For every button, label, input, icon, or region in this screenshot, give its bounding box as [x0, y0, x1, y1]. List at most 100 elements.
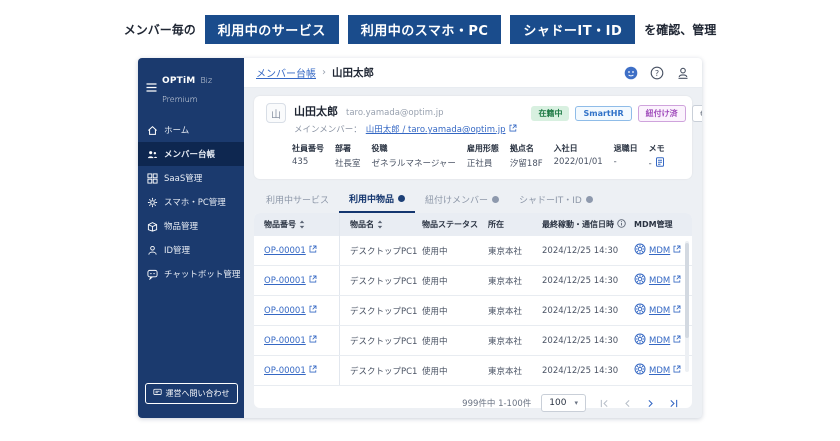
column-header-status[interactable]: 物品ステータス — [412, 213, 478, 236]
sidebar-item-label: チャットボット管理 — [164, 268, 240, 280]
logo-brand: OPTiM — [162, 76, 195, 86]
headline-prefix: メンバー毎の — [124, 21, 196, 38]
member-badges: 在籍中 SmartHR 紐付け済 ⚙ 管理 ▾ — [531, 105, 702, 122]
main-member-link[interactable]: 山田太郎 / taro.yamada@optim.jp — [366, 123, 506, 135]
pager-controls — [600, 399, 678, 408]
topbar-icons: ? — [624, 66, 690, 80]
tab-shadow-it-id[interactable]: シャドーIT・ID — [509, 187, 603, 213]
detail-tabs: 利用中サービス 利用中物品 紐付けメンバー シャドーIT・ID — [254, 187, 692, 213]
tab-items-in-use[interactable]: 利用中物品 — [339, 187, 415, 213]
sidebar-item-id-mgmt[interactable]: ID管理 — [138, 238, 244, 262]
headline-box-shadow-it: シャドーIT・ID — [510, 15, 635, 44]
grid-icon — [147, 173, 158, 184]
member-email: taro.yamada@optim.jp — [346, 108, 443, 118]
mdm-link[interactable]: MDM — [649, 276, 670, 286]
item-mdm-cell: MDM — [624, 296, 692, 325]
item-number-link[interactable]: OP-00001 — [264, 306, 306, 316]
headline-box-devices: 利用中のスマホ・PC — [348, 15, 502, 44]
external-link-icon — [673, 305, 681, 316]
home-icon — [147, 125, 158, 136]
sidebar-item-label: スマホ・PC管理 — [164, 196, 226, 208]
gear-icon: ⚙ — [700, 109, 702, 118]
item-number-link[interactable]: OP-00001 — [264, 246, 306, 256]
page: メンバー毎の 利用中のサービス 利用中のスマホ・PC シャドーIT・ID を確認… — [0, 0, 840, 441]
field-title: 役職 ゼネラルマネージャー — [372, 143, 456, 170]
mdm-gear-icon — [634, 333, 646, 348]
sidebar-item-saas[interactable]: SaaS管理 — [138, 166, 244, 190]
mdm-gear-icon — [634, 273, 646, 288]
manage-dropdown-badge[interactable]: ⚙ 管理 ▾ — [692, 105, 702, 122]
breadcrumb-parent-link[interactable]: メンバー台帳 — [256, 65, 316, 80]
sidebar: OPTiM Biz Premium ホーム メンバー台帳 — [138, 58, 244, 418]
hamburger-icon[interactable] — [146, 83, 157, 92]
support-mascot-icon[interactable] — [624, 66, 638, 80]
avatar: 山 — [266, 103, 286, 123]
items-table-panel: 物品番号 物品名 物品ステータス 所在 — [254, 213, 692, 408]
sidebar-item-chatbot[interactable]: チャットボット管理 — [138, 262, 244, 286]
sidebar-header: OPTiM Biz Premium — [138, 58, 244, 118]
headline: メンバー毎の 利用中のサービス 利用中のスマホ・PC シャドーIT・ID を確認… — [0, 15, 840, 44]
field-employment-type: 雇用形態 正社員 — [467, 143, 499, 170]
smarthr-badge: SmartHR — [575, 106, 631, 121]
sidebar-item-label: ホーム — [164, 124, 189, 136]
mdm-link[interactable]: MDM — [649, 246, 670, 256]
item-number-link[interactable]: OP-00001 — [264, 276, 306, 286]
item-mdm-cell: MDM — [624, 326, 692, 355]
prev-page-button[interactable] — [623, 399, 632, 408]
sidebar-item-device-mgmt[interactable]: スマホ・PC管理 — [138, 190, 244, 214]
item-location-cell: 東京本社 — [478, 236, 532, 265]
member-fields: 社員番号 435 部署 社長室 役職 ゼネラルマネージャー 雇用形態 — [292, 143, 680, 170]
memo-note-icon[interactable] — [655, 157, 665, 170]
help-icon[interactable]: ? — [650, 66, 664, 80]
column-header-location: 所在 — [478, 213, 532, 236]
item-status-cell: 使用中 — [412, 356, 478, 385]
item-number-link[interactable]: OP-00001 — [264, 366, 306, 376]
item-location-cell: 東京本社 — [478, 326, 532, 355]
breadcrumb-separator: › — [322, 67, 326, 78]
external-link-icon — [309, 245, 317, 256]
first-page-button[interactable] — [600, 399, 609, 408]
mdm-link[interactable]: MDM — [649, 336, 670, 346]
contact-support-button[interactable]: 運営へ問い合わせ — [145, 383, 238, 404]
scrollbar-thumb[interactable] — [685, 243, 689, 338]
chevron-down-icon: ▾ — [574, 399, 578, 407]
tab-count-badge — [398, 195, 405, 202]
field-location: 拠点名 汐留18F — [510, 143, 543, 170]
main-member-row: メインメンバー： 山田太郎 / taro.yamada@optim.jp — [294, 123, 517, 135]
external-link-icon — [309, 275, 317, 286]
item-status-cell: 使用中 — [412, 236, 478, 265]
sidebar-item-member-ledger[interactable]: メンバー台帳 — [138, 142, 244, 166]
mdm-gear-icon — [634, 243, 646, 258]
account-icon[interactable] — [676, 66, 690, 80]
external-link-icon — [309, 335, 317, 346]
item-name-cell: デスクトップPC1 — [340, 356, 412, 385]
next-page-button[interactable] — [646, 399, 655, 408]
external-link-icon — [673, 245, 681, 256]
table-row: OP-00001 デスクトップPC1 使用中 東京本社 2024/12/25 1… — [254, 266, 692, 296]
item-number-link[interactable]: OP-00001 — [264, 336, 306, 346]
item-status-cell: 使用中 — [412, 266, 478, 295]
item-name-cell: デスクトップPC1 — [340, 236, 412, 265]
sidebar-item-label: メンバー台帳 — [164, 148, 215, 160]
table-row: OP-00001 デスクトップPC1 使用中 東京本社 2024/12/25 1… — [254, 236, 692, 266]
mdm-gear-icon — [634, 363, 646, 378]
sidebar-item-asset-mgmt[interactable]: 物品管理 — [138, 214, 244, 238]
field-memo: メモ - — [649, 143, 665, 170]
sidebar-item-home[interactable]: ホーム — [138, 118, 244, 142]
id-icon — [147, 245, 158, 256]
member-card: 山 山田太郎 taro.yamada@optim.jp メインメンバー： 山田太… — [254, 96, 692, 179]
page-size-select[interactable]: 100 ▾ — [541, 394, 586, 412]
tab-linked-members[interactable]: 紐付けメンバー — [415, 187, 509, 213]
mdm-link[interactable]: MDM — [649, 366, 670, 376]
mdm-link[interactable]: MDM — [649, 306, 670, 316]
package-icon — [147, 221, 158, 232]
tab-services-in-use[interactable]: 利用中サービス — [256, 187, 339, 213]
item-last-seen-cell: 2024/12/25 14:30 — [532, 326, 624, 355]
last-page-button[interactable] — [669, 399, 678, 408]
column-header-item-name[interactable]: 物品名 — [340, 213, 412, 236]
field-employee-no: 社員番号 435 — [292, 143, 324, 170]
column-header-last-seen: 最終稼動・通信日時 — [532, 213, 624, 236]
column-header-item-no[interactable]: 物品番号 — [254, 213, 340, 236]
item-mdm-cell: MDM — [624, 236, 692, 265]
field-leave-date: 退職日 - — [614, 143, 638, 170]
